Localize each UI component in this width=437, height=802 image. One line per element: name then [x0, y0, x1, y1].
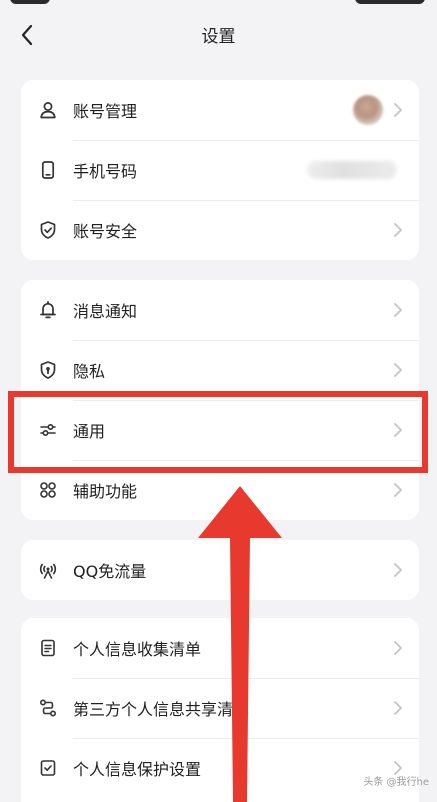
settings-item-label: 手机号码	[73, 162, 138, 181]
sliders-icon	[38, 420, 58, 440]
chevron-right-icon	[394, 423, 402, 437]
settings-item-label: 消息通知	[73, 302, 138, 321]
chevron-right-icon	[394, 563, 402, 577]
person-icon	[38, 100, 58, 120]
signal-icon	[38, 560, 58, 580]
chevron-right-icon	[394, 483, 402, 497]
settings-group-account: 账号管理 手机号码 账号安全	[21, 80, 419, 260]
settings-item-label: 通用	[73, 422, 106, 441]
status-bar	[0, 0, 437, 8]
phone-number-blurred	[307, 161, 397, 179]
bell-icon	[38, 300, 58, 320]
settings-item-notifications[interactable]: 消息通知	[21, 280, 419, 340]
settings-item-account-management[interactable]: 账号管理	[21, 80, 419, 140]
status-icons-fragment	[355, 0, 425, 4]
settings-item-label: 个人信息保护设置	[73, 760, 202, 779]
chevron-right-icon	[394, 223, 402, 237]
settings-item-info-protection-settings[interactable]: 个人信息保护设置	[21, 738, 419, 798]
privacy-shield-icon	[38, 360, 58, 380]
watermark: 头条 @我行he	[363, 773, 429, 788]
chevron-right-icon	[394, 701, 402, 715]
watermark-text: 头条 @我行he	[363, 777, 429, 788]
settings-item-label: 第三方个人信息共享清单	[73, 700, 250, 719]
page-title: 设置	[201, 27, 236, 47]
settings-item-label: 辅助功能	[73, 482, 138, 501]
share-icon	[38, 698, 58, 718]
phone-icon	[38, 160, 58, 180]
settings-item-label: 账号安全	[73, 222, 138, 241]
header: 设置	[0, 8, 437, 64]
status-time-fragment	[10, 0, 50, 4]
checklist-icon	[38, 758, 58, 778]
settings-group-general: 消息通知 隐私 通用 辅助功能	[21, 280, 419, 520]
chevron-right-icon	[394, 641, 402, 655]
settings-item-label: 账号管理	[73, 102, 138, 121]
settings-item-third-party-sharing-list[interactable]: 第三方个人信息共享清单	[21, 678, 419, 738]
settings-item-accessibility[interactable]: 辅助功能	[21, 460, 419, 520]
chevron-right-icon	[394, 303, 402, 317]
settings-item-qq-free-data[interactable]: QQ免流量	[21, 540, 419, 600]
chevron-right-icon	[394, 363, 402, 377]
grid-icon	[38, 480, 58, 500]
settings-group-personal-info: 个人信息收集清单 第三方个人信息共享清单 个人信息保护设置	[21, 618, 419, 802]
settings-item-label: QQ免流量	[73, 562, 147, 581]
settings-item-label: 隐私	[73, 362, 106, 381]
settings-item-privacy[interactable]: 隐私	[21, 340, 419, 400]
avatar	[353, 95, 383, 125]
shield-icon	[38, 220, 58, 240]
settings-item-label: 个人信息收集清单	[73, 640, 202, 659]
document-icon	[38, 638, 58, 658]
settings-item-info-collection-list[interactable]: 个人信息收集清单	[21, 618, 419, 678]
settings-item-general[interactable]: 通用	[21, 400, 419, 460]
chevron-right-icon	[394, 103, 402, 117]
settings-item-account-security[interactable]: 账号安全	[21, 200, 419, 260]
settings-group-data: QQ免流量	[21, 540, 419, 600]
settings-item-phone-number[interactable]: 手机号码	[21, 140, 419, 200]
